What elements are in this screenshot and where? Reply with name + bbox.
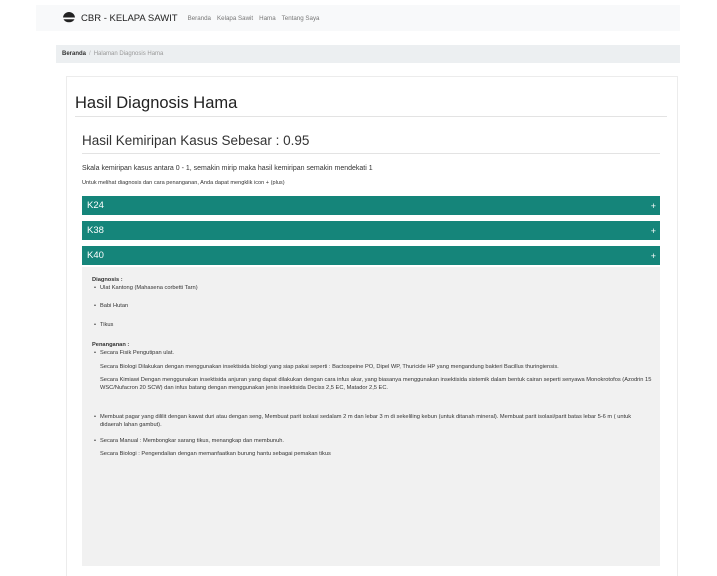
plus-icon[interactable]: +: [651, 226, 656, 236]
nav-link-hama[interactable]: Hama: [259, 15, 276, 22]
list-item: Ulat Kantong (Mahasena corbetti Tarn): [94, 285, 652, 293]
nav-link-tentang-saya[interactable]: Tentang Saya: [282, 15, 320, 22]
similarity-scale-note: Skala kemiripan kasus antara 0 - 1, sema…: [82, 165, 373, 172]
nav-link-beranda[interactable]: Beranda: [188, 15, 211, 22]
accordion-header-k24[interactable]: K24 +: [82, 196, 660, 215]
list-item: Secara Manual : Membongkar sarang tikus,…: [94, 437, 652, 459]
list-item: Tikus: [94, 322, 652, 330]
breadcrumb-home[interactable]: Beranda: [62, 51, 86, 57]
page-title: Hasil Diagnosis Hama: [75, 94, 667, 117]
treatment-fisik: Secara Fisik Pengutipan ulat.: [100, 349, 174, 356]
diagnosis-heading: Diagnosis :: [92, 277, 123, 283]
panel-content: Diagnosis : Ulat Kantong (Mahasena corbe…: [92, 277, 652, 459]
treatment-manual: Secara Manual : Membongkar sarang tikus,…: [100, 437, 284, 444]
result-card: Hasil Diagnosis Hama Hasil Kemiripan Kas…: [66, 76, 678, 576]
treatment-kimiawi: Secara Kimiawi Dengan menggunakan insekt…: [100, 377, 652, 391]
accordion-label: K38: [87, 225, 104, 236]
navbar: CBR - KELAPA SAWIT Beranda Kelapa Sawit …: [36, 5, 680, 31]
treatment-biologi: Secara Biologi Dilakukan dengan mengguna…: [100, 363, 559, 370]
nav-link-kelapa-sawit[interactable]: Kelapa Sawit: [217, 15, 253, 22]
diagnosis-list: Ulat Kantong (Mahasena corbetti Tarn) Ba…: [92, 285, 652, 330]
similarity-result-heading: Hasil Kemiripan Kasus Sebesar : 0.95: [82, 133, 660, 154]
treatment-biologi-tikus: Secara Biologi : Pengendalian dengan mem…: [100, 451, 331, 458]
breadcrumb-separator: /: [89, 51, 91, 57]
accordion-label: K24: [87, 200, 104, 211]
treatment-list: Secara Fisik Pengutipan ulat. Secara Bio…: [92, 350, 652, 459]
plus-icon[interactable]: +: [651, 251, 656, 261]
palm-logo-icon: [63, 12, 75, 23]
plus-icon[interactable]: +: [651, 201, 656, 211]
list-item: Babi Hutan: [94, 303, 652, 311]
breadcrumb: Beranda / Halaman Diagnosis Hama: [56, 45, 680, 63]
list-item: Secara Fisik Pengutipan ulat. Secara Bio…: [94, 349, 652, 392]
accordion-label: K40: [87, 250, 104, 261]
treatment-heading: Penanganan :: [92, 342, 130, 349]
brand-title[interactable]: CBR - KELAPA SAWIT: [81, 13, 178, 24]
breadcrumb-current: Halaman Diagnosis Hama: [93, 51, 164, 57]
accordion-header-k38[interactable]: K38 +: [82, 221, 660, 240]
accordion-header-k40[interactable]: K40 +: [82, 246, 660, 265]
list-item: Membuat pagar yang dililit dengan kawat …: [94, 414, 652, 429]
treatment-pagar: Membuat pagar yang dililit dengan kawat …: [100, 414, 632, 428]
expand-instruction-note: Untuk melihat diagnosis dan cara penanga…: [82, 180, 285, 186]
accordion-panel-k40: Diagnosis : Ulat Kantong (Mahasena corbe…: [82, 267, 660, 566]
